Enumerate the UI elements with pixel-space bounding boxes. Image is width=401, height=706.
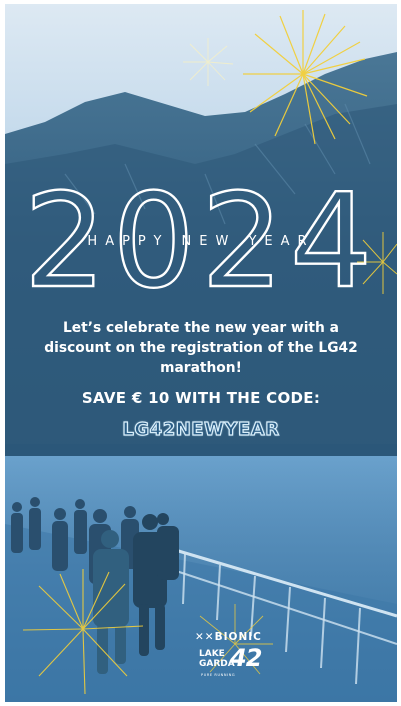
logo-42-text: 42 [230,644,262,672]
save-offer-text: SAVE € 10 WITH THE CODE: [81,389,321,407]
bionic-brand-text: BIONIC [214,631,262,643]
bionic-logo: ✕✕BIONIC [195,631,262,643]
discount-message: Let’s celebrate the new year with a disc… [44,320,358,376]
promo-code: LG42NEWYEAR [122,418,280,440]
poster: 2024 HAPPY NEW YEAR Let’s celebrate the … [5,4,397,702]
happy-new-year-label: HAPPY NEW YEAR [87,234,315,249]
bionic-mark-icon: ✕✕ [195,631,215,643]
logo-tagline: PURE RUNNING [201,673,236,677]
